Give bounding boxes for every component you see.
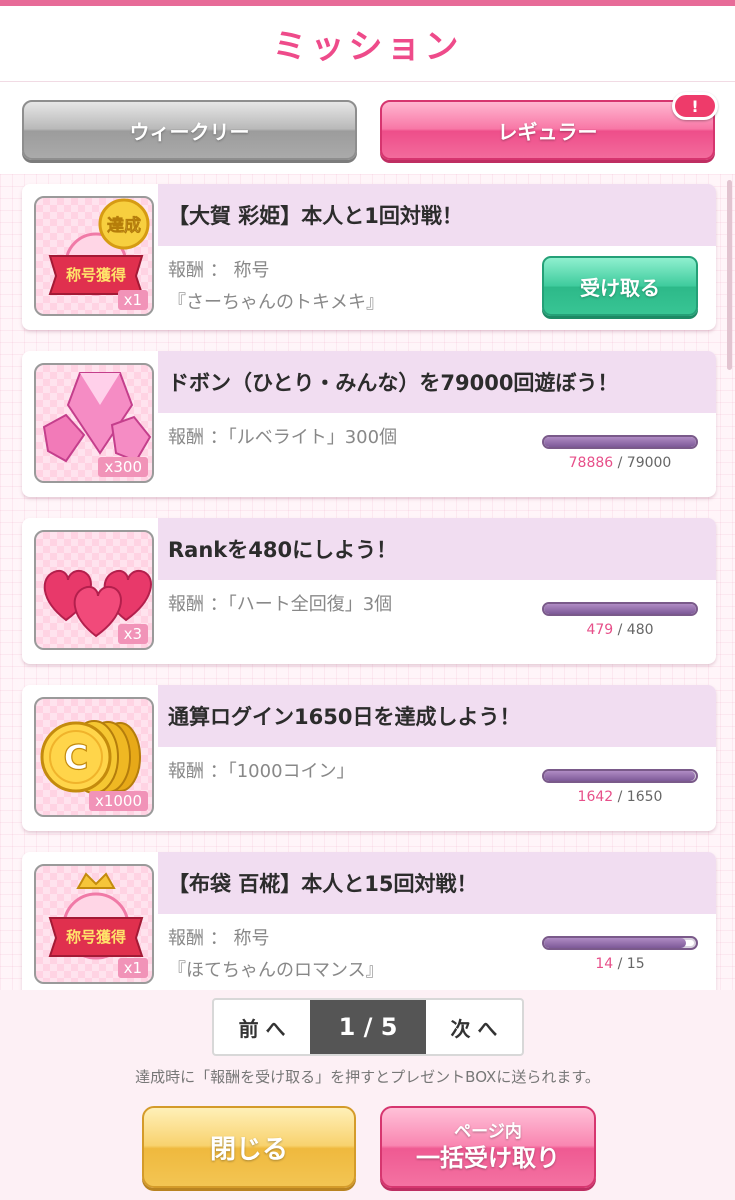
progress-bar	[542, 936, 698, 950]
reward-label: 報酬 ：「ルベライト」300個	[168, 427, 398, 448]
reward-title-name: 『ほてちゃんのロマンス』	[168, 960, 384, 981]
progress-bar	[542, 435, 698, 449]
reward-title-name: 『さーちゃんのトキメキ』	[168, 292, 384, 313]
progress-total: / 15	[617, 956, 645, 972]
reward-icon-box: C x1000	[34, 697, 154, 817]
mission-list[interactable]: 称号獲得 達成 x1 【大賀 彩姫】本人と1回対戦！ 報酬 ： 称号 『さーちゃ…	[0, 174, 735, 990]
progress-total: / 1650	[617, 789, 663, 805]
reward-quantity: x300	[98, 457, 148, 477]
mission-title: Rankを480にしよう！	[158, 518, 716, 580]
mission-card: 称号獲得 達成 x1 【大賀 彩姫】本人と1回対戦！ 報酬 ： 称号 『さーちゃ…	[22, 184, 716, 330]
reward-quantity: x1	[117, 958, 148, 978]
reward-label: 報酬 ：「1000コイン」	[168, 761, 355, 782]
reward-icon-box: x3	[34, 530, 154, 650]
page-indicator: 1 / 5	[310, 1000, 426, 1054]
bulk-claim-label: 一括受け取り	[416, 1144, 560, 1172]
coin-letter: C	[64, 738, 89, 778]
progress-total: / 480	[617, 622, 654, 638]
progress-text: 479 / 480	[542, 622, 698, 638]
mission-card: 称号獲得 x1 【布袋 百椛】本人と15回対戦！ 報酬 ： 称号 『ほてちゃんの…	[22, 852, 716, 990]
tab-weekly[interactable]: ウィークリー	[22, 100, 357, 160]
progress-fill	[544, 437, 696, 447]
prev-page-button[interactable]: 前 へ	[214, 1000, 310, 1054]
tab-regular[interactable]: レギュラー	[380, 100, 715, 160]
claim-button[interactable]: 受け取る	[542, 256, 698, 316]
mission-title: 【布袋 百椛】本人と15回対戦！	[158, 852, 716, 914]
progress-text: 14 / 15	[542, 956, 698, 972]
mission-title: ドボン（ひとり・みんな）を79000回遊ぼう！	[158, 351, 716, 413]
ribbon-text: 称号獲得	[66, 266, 126, 284]
progress-fill	[544, 771, 696, 781]
footer-note: 達成時に「報酬を受け取る」を押すとプレゼントBOXに送られます。	[135, 1068, 600, 1086]
reward-quantity: x1	[117, 290, 148, 310]
ribbon-text: 称号獲得	[66, 928, 126, 946]
progress-fill	[544, 604, 696, 614]
completed-stamp: 達成	[107, 215, 141, 236]
progress-bar	[542, 602, 698, 616]
page-title: ミッション	[272, 27, 463, 67]
progress-current: 78886	[568, 455, 614, 471]
pagination: 前 へ 1 / 5 次 へ	[212, 998, 524, 1056]
progress-fill	[544, 938, 686, 948]
title-bar: ミッション	[0, 6, 735, 82]
reward-quantity: x1000	[88, 791, 148, 811]
bulk-claim-button[interactable]: ページ内 一括受け取り	[380, 1106, 596, 1188]
progress-current: 14	[595, 956, 614, 972]
reward-quantity: x3	[117, 624, 148, 644]
mission-card: x3 Rankを480にしよう！ 報酬 ：「ハート全回復」3個 479 / 48…	[22, 518, 716, 664]
reward-label: 報酬 ： 称号	[168, 260, 270, 281]
reward-label: 報酬 ：「ハート全回復」3個	[168, 594, 393, 615]
mission-card: C x1000 通算ログイン1650日を達成しよう！ 報酬 ：「1000コイン」…	[22, 685, 716, 831]
reward-icon-box: 称号獲得 達成 x1	[34, 196, 154, 316]
mission-title: 通算ログイン1650日を達成しよう！	[158, 685, 716, 747]
alert-badge: !	[672, 92, 718, 120]
mission-card: x300 ドボン（ひとり・みんな）を79000回遊ぼう！ 報酬 ：「ルベライト」…	[22, 351, 716, 497]
progress-bar	[542, 769, 698, 783]
tab-bar: ウィークリー レギュラー	[0, 82, 735, 174]
progress-current: 1642	[577, 789, 614, 805]
list-scrollbar[interactable]	[727, 180, 732, 370]
progress-text: 1642 / 1650	[542, 789, 698, 805]
progress-total: / 79000	[617, 455, 672, 471]
progress-text: 78886 / 79000	[542, 455, 698, 471]
close-button[interactable]: 閉じる	[142, 1106, 356, 1188]
reward-icon-box: 称号獲得 x1	[34, 864, 154, 984]
next-page-button[interactable]: 次 へ	[426, 1000, 522, 1054]
progress-current: 479	[586, 622, 614, 638]
reward-icon-box: x300	[34, 363, 154, 483]
bulk-claim-subtitle: ページ内	[454, 1122, 522, 1142]
reward-label: 報酬 ： 称号	[168, 928, 270, 949]
mission-title: 【大賀 彩姫】本人と1回対戦！	[158, 184, 716, 246]
